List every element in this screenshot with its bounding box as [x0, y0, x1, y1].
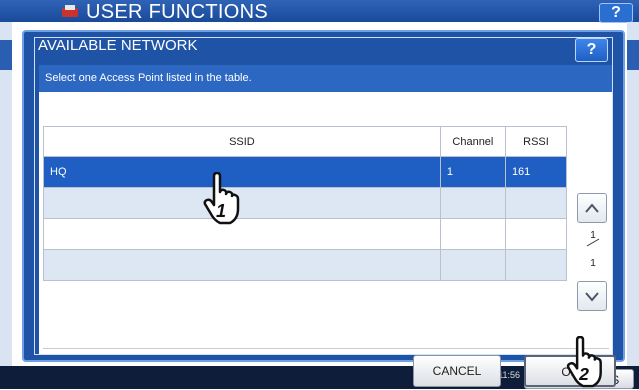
cell-rssi: 161 [504, 156, 568, 188]
scroll-down-button[interactable] [577, 281, 607, 311]
instruction-text: Select one Access Point listed in the ta… [39, 65, 612, 92]
table-row[interactable] [43, 187, 568, 219]
cell-channel [439, 187, 506, 219]
column-header-ssid: SSID [43, 126, 441, 157]
cell-ssid [43, 218, 441, 250]
cancel-button[interactable]: CANCEL [413, 355, 501, 387]
page-total: 1 [590, 258, 596, 269]
table-header-row: SSID Channel RSSI [43, 126, 568, 157]
dialog-title: AVAILABLE NETWORK [38, 37, 198, 54]
column-header-rssi: RSSI [504, 126, 568, 157]
available-network-dialog: AVAILABLE NETWORK ? Select one Access Po… [22, 30, 625, 387]
table-row[interactable] [43, 249, 568, 281]
background-left-strip [0, 22, 12, 372]
background-right-strip [627, 22, 639, 372]
cell-rssi [504, 187, 568, 219]
scroll-up-button[interactable] [577, 193, 607, 223]
chevron-down-icon [585, 292, 599, 302]
access-point-table: SSID Channel RSSI HQ 1 161 [43, 126, 568, 281]
cell-ssid: HQ [43, 156, 441, 188]
background-right-tab [627, 40, 639, 70]
user-functions-logo-icon [62, 5, 78, 17]
cell-ssid [43, 249, 441, 281]
cell-rssi [504, 249, 568, 281]
background-help-button[interactable]: ? [599, 3, 633, 23]
cell-ssid [43, 187, 441, 219]
table-row[interactable]: HQ 1 161 [43, 156, 568, 188]
column-header-channel: Channel [439, 126, 506, 157]
step-2-number: 2 [578, 364, 589, 384]
table-row[interactable] [43, 218, 568, 250]
dialog-content: SSID Channel RSSI HQ 1 161 1 1 CANCEL [39, 92, 616, 387]
background-left-tab [0, 40, 12, 70]
step-1-number: 1 [216, 201, 226, 221]
cell-channel: 1 [439, 156, 506, 188]
cell-channel [439, 249, 506, 281]
background-title: USER FUNCTIONS [86, 1, 268, 23]
button-divider [43, 348, 609, 349]
step-2-hand-pointer-icon: 2 [566, 336, 602, 388]
cell-channel [439, 218, 506, 250]
step-1-hand-pointer-icon: 1 [203, 172, 240, 225]
dialog-help-button[interactable]: ? [575, 38, 608, 62]
cell-rssi [504, 218, 568, 250]
chevron-up-icon [585, 203, 599, 213]
